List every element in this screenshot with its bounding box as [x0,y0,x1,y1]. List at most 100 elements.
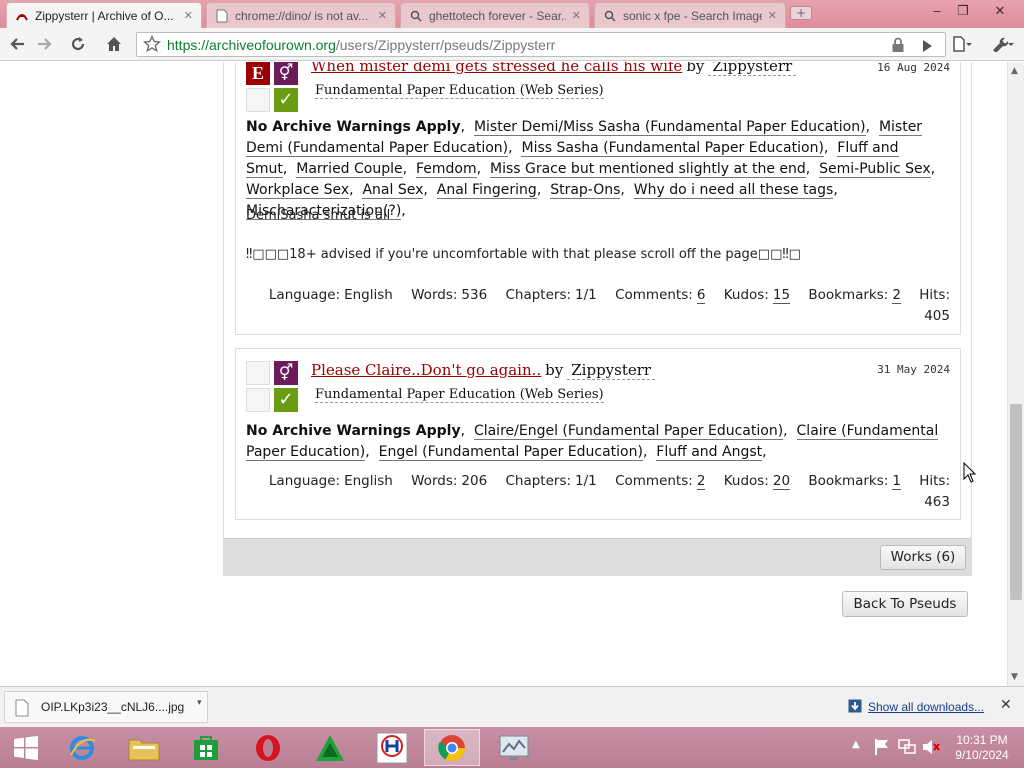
warning-tag[interactable]: No Archive Warnings Apply [246,423,461,439]
tab-sonic-x-fpe[interactable]: sonic x fpe - Search Images ✕ [594,2,786,28]
system-clock[interactable]: 10:31 PM 9/10/2024 [944,733,1020,763]
tab-dino[interactable]: chrome://dino/ is not av... ✕ [206,2,396,28]
character-tag[interactable]: Miss Sasha (Fundamental Paper Education) [521,140,824,157]
fandom-link[interactable]: Fundamental Paper Education (Web Series) [315,83,604,99]
character-tag[interactable]: Engel (Fundamental Paper Education) [378,444,643,461]
stat-kudos-link[interactable]: 20 [772,473,791,490]
file-icon [15,699,29,721]
network-icon[interactable] [898,739,916,759]
show-all-downloads-link[interactable]: Show all downloads... [868,700,984,714]
play-icon[interactable] [921,38,933,57]
windows-store-icon[interactable] [178,729,234,766]
warning-tag[interactable]: No Archive Warnings Apply [246,119,461,135]
author-link[interactable]: Zippysterr [567,361,656,380]
hospital-app-icon[interactable] [364,729,420,766]
stat-comments-link[interactable]: 6 [696,287,706,304]
monitor-app-icon[interactable] [486,729,542,766]
page-menu-icon[interactable] [950,33,974,55]
close-tab-icon[interactable]: ✕ [572,9,581,22]
show-hidden-icons-icon[interactable]: ▲ [852,739,860,750]
chrome-taskbar-icon[interactable] [424,729,480,766]
freeform-tag[interactable]: Workplace Sex [246,182,350,199]
stat-bookmarks-link[interactable]: 1 [892,473,901,490]
rating-not-rated-icon[interactable] [246,361,270,385]
wrench-icon[interactable] [986,33,1018,55]
complete-check-icon[interactable]: ✓ [274,88,298,112]
scroll-thumb[interactable] [1010,404,1022,600]
volume-muted-icon[interactable] [922,739,940,759]
star-icon[interactable] [142,34,162,57]
dropdown-arrow-icon[interactable]: ▾ [197,698,202,708]
stat-kudos-link[interactable]: 15 [772,287,791,304]
clock-date: 9/10/2024 [955,748,1009,762]
freeform-tag[interactable]: Married Couple [296,161,403,178]
forward-arrow-icon[interactable] [32,33,56,55]
by-text: by [545,361,564,379]
stat-label: Comments: [615,473,693,489]
close-tab-icon[interactable]: ✕ [184,9,193,22]
close-tab-icon[interactable]: ✕ [768,9,777,22]
search-icon [603,9,617,23]
freeform-tag[interactable]: Anal Fingering [436,182,537,199]
windows-start-icon[interactable] [0,729,52,766]
category-gender-icon[interactable]: ⚥ [274,361,298,385]
works-count-button[interactable]: Works (6) [880,545,966,570]
url-host: https://archiveofourown.org [167,37,336,53]
author-link[interactable]: Zippysterr [708,62,797,76]
relationship-tag[interactable]: Mister Demi/Miss Sasha (Fundamental Pape… [473,119,866,136]
freeform-tag[interactable]: Femdom [415,161,477,178]
reload-icon[interactable] [66,33,90,55]
rating-explicit-icon[interactable]: E [246,62,270,85]
work-stats: Language: English Words: 206 Chapters: 1/1 … [250,471,950,513]
freeform-tag[interactable]: Miss Grace but mentioned slightly at the… [489,161,806,178]
work-title-link[interactable]: When mister demi gets stressed he calls … [311,62,682,75]
fandom-link[interactable]: Fundamental Paper Education (Web Series) [315,387,604,403]
freeform-tag[interactable]: Strap-Ons [550,182,621,199]
stat-label: Words: [411,287,458,303]
stat-label: Language: [268,473,341,489]
complete-check-icon[interactable]: ✓ [274,388,298,412]
stat-language: English [344,473,393,489]
work-stats: Language: English Words: 536 Chapters: 1/1 … [250,285,950,327]
freeform-tag[interactable]: Semi-Public Sex [819,161,931,178]
stat-label: Bookmarks: [808,473,889,489]
page-icon [215,9,229,23]
work-title-link[interactable]: Please Claire..Don't go again.. [311,361,541,379]
address-bar[interactable]: https://archiveofourown.org/users/Zippys… [136,32,946,57]
back-arrow-icon[interactable] [6,33,30,55]
scroll-up-icon[interactable]: ▲ [1011,66,1018,76]
home-icon[interactable] [102,33,126,55]
back-to-pseuds-button[interactable]: Back To Pseuds [842,591,968,617]
tab-ghettotech[interactable]: ghettotech forever - Sear... ✕ [400,2,590,28]
warning-none-icon[interactable] [246,88,270,112]
close-window-icon[interactable]: ✕ [982,2,1018,20]
download-item[interactable]: OIP.LKp3i23__cNLJ6....jpg ▾ [4,691,208,723]
relationship-tag[interactable]: Claire/Engel (Fundamental Paper Educatio… [473,423,784,440]
action-center-flag-icon[interactable] [874,738,890,760]
file-explorer-icon[interactable] [116,729,172,766]
stat-label: Kudos: [723,473,769,489]
green-triangle-app-icon[interactable] [302,729,358,766]
warning-none-icon[interactable] [246,388,270,412]
stat-comments-link[interactable]: 2 [696,473,706,490]
tab-zippysterr[interactable]: Zippysterr | Archive of O... ✕ [6,2,202,28]
close-tab-icon[interactable]: ✕ [378,9,387,22]
opera-icon[interactable] [240,729,296,766]
vertical-scrollbar[interactable]: ▲ ▼ [1007,62,1024,686]
new-tab-button[interactable]: + [790,6,812,20]
page-viewport: E ⚥ ✓ When mister demi gets stressed he … [0,62,1007,686]
freeform-tag[interactable]: Anal Sex [362,182,424,199]
stat-label: Chapters: [505,287,572,303]
internet-explorer-icon[interactable] [54,729,110,766]
close-shelf-icon[interactable]: ✕ [1000,697,1012,713]
minimize-icon[interactable]: – [924,2,950,20]
freeform-tag[interactable]: Why do i need all these tags [633,182,834,199]
category-gender-icon[interactable]: ⚥ [274,62,298,85]
freeform-tag[interactable]: Fluff and Angst [656,444,763,461]
download-shelf: OIP.LKp3i23__cNLJ6....jpg ▾ Show all dow… [0,686,1024,727]
scroll-down-icon[interactable]: ▼ [1011,672,1018,682]
stat-bookmarks-link[interactable]: 2 [892,287,901,304]
restore-icon[interactable]: ❐ [950,2,976,20]
stat-hits: 405 [924,308,950,324]
lock-icon[interactable] [891,37,905,57]
